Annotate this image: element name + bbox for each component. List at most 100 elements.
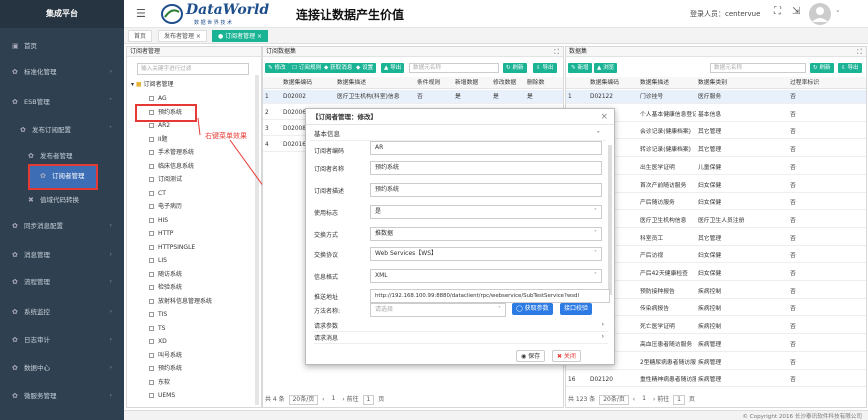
- checkbox-icon[interactable]: [149, 285, 154, 290]
- next-icon[interactable]: ›: [342, 396, 344, 403]
- checkbox-icon[interactable]: [149, 217, 154, 223]
- table-row[interactable]: 1 D02122 门诊挂号 医疗服务 否: [566, 90, 866, 104]
- sidebar-item-subscriber-mgmt[interactable]: ✿ 订阅者管理: [28, 164, 98, 190]
- tree-item[interactable]: 电子病历: [149, 201, 182, 213]
- close-button[interactable]: ✖ 关闭: [552, 350, 581, 362]
- sidebar-item-code-conversion[interactable]: ✖ 值域代码转换: [0, 190, 124, 210]
- next-icon[interactable]: ›: [653, 396, 655, 403]
- tree-item[interactable]: XD: [149, 336, 167, 348]
- expand-icon[interactable]: ⛶: [554, 48, 559, 57]
- tree-item[interactable]: 预约系统: [149, 363, 182, 375]
- checkbox-icon[interactable]: [149, 123, 154, 128]
- sub-refresh-button[interactable]: ↻ 刷新: [503, 63, 527, 73]
- checkbox-icon[interactable]: [149, 312, 154, 317]
- checkbox-icon[interactable]: [149, 231, 154, 236]
- ds-add-button[interactable]: ✎ 新增: [568, 63, 592, 73]
- sidebar-item-microservice[interactable]: ✿ 微服务管理 ›: [0, 386, 124, 406]
- menu-toggle-icon[interactable]: ☰: [136, 7, 146, 20]
- ds-page-input[interactable]: 1: [673, 394, 685, 405]
- checkbox-icon[interactable]: [149, 177, 154, 182]
- save-button[interactable]: ◉ 保存: [516, 350, 546, 362]
- tree-item[interactable]: HIS: [149, 215, 168, 227]
- sidebar-item-msg-mgmt[interactable]: ✿ 消息管理 ›: [0, 245, 124, 265]
- sub-export-button[interactable]: ⇩ 导出: [533, 63, 557, 73]
- tab-subscriber[interactable]: ● 订阅者管理 ×: [212, 30, 269, 42]
- use-flag-select[interactable]: 是 ˅: [370, 205, 602, 219]
- shrink-icon[interactable]: ⇲: [792, 6, 800, 17]
- get-params-button[interactable]: ◯ 获取参数: [512, 303, 553, 315]
- sidebar-item-home[interactable]: ▣ 首页: [0, 36, 124, 56]
- avatar-dropdown-icon[interactable]: ˅: [836, 10, 840, 18]
- info-format-select[interactable]: XML ˅: [370, 269, 602, 283]
- sub-get-message-button[interactable]: ◆ 获取消息: [321, 63, 356, 73]
- column-header[interactable]: 过程率标识: [788, 77, 858, 89]
- sub-search-input[interactable]: 数据元名称: [409, 63, 499, 73]
- checkbox-icon[interactable]: [149, 150, 154, 155]
- tree-item[interactable]: 放射科信息管理系统: [149, 296, 212, 308]
- ds-refresh-button[interactable]: ↻ 刷新: [810, 63, 834, 73]
- checkbox-icon[interactable]: [149, 244, 154, 250]
- tree-item[interactable]: TS: [149, 323, 165, 335]
- sidebar-item-standardization[interactable]: ✿ 标准化管理 ›: [0, 62, 124, 82]
- exchange-mode-select[interactable]: 推数据 ˅: [370, 227, 602, 241]
- ds-search-input[interactable]: 数据元名称: [710, 63, 806, 73]
- tree-item[interactable]: HTTP: [149, 228, 173, 240]
- column-header[interactable]: 删除数: [525, 77, 563, 89]
- push-address-field[interactable]: http://192.168.100.99:8880/dataclient/rp…: [370, 289, 610, 303]
- sidebar-item-sync-msg-config[interactable]: ✿ 同步消息配置 ›: [0, 216, 124, 236]
- sub-export-button[interactable]: ▲ 导出: [381, 63, 405, 73]
- exchange-protocol-select[interactable]: Web Services【WS】 ˅: [370, 247, 602, 261]
- sidebar-item-sys-monitor[interactable]: ✿ 系统监控 ›: [0, 302, 124, 322]
- checkbox-icon[interactable]: [149, 393, 154, 398]
- sidebar-item-esb[interactable]: ✿ ESB管理 ˅: [0, 92, 124, 112]
- tree-item[interactable]: 东软: [149, 377, 170, 389]
- tree-item[interactable]: 订阅测试: [149, 174, 182, 186]
- sub-edit-button[interactable]: ✎ 修改: [265, 63, 289, 73]
- column-header[interactable]: 数据集描述: [335, 77, 415, 89]
- checkbox-icon[interactable]: [149, 298, 154, 304]
- section-basic-info[interactable]: 基本信息 ˅: [310, 127, 606, 141]
- tree-item[interactable]: CT: [149, 188, 166, 200]
- checkbox-icon[interactable]: [149, 366, 154, 371]
- checkbox-icon[interactable]: [149, 339, 154, 344]
- checkbox-icon[interactable]: [149, 136, 154, 142]
- modal-close-icon[interactable]: ×: [600, 112, 608, 122]
- subscriber-name-field[interactable]: 预约系统: [370, 161, 602, 175]
- tree-item[interactable]: UEMS: [149, 390, 175, 402]
- sidebar-item-flow-mgmt[interactable]: ✿ 流程管理 ›: [0, 272, 124, 292]
- tree-root[interactable]: ▾ ■ 订阅者管理: [131, 79, 174, 91]
- checkbox-icon[interactable]: [149, 96, 154, 101]
- tree-scrollbar[interactable]: [255, 75, 259, 405]
- request-params-row[interactable]: 请求参数 ›: [314, 321, 608, 332]
- column-header[interactable]: 修改数据: [491, 77, 525, 89]
- column-header[interactable]: [263, 77, 281, 89]
- column-header[interactable]: 数据集编码: [588, 77, 638, 89]
- column-header[interactable]: 新增数据: [453, 77, 491, 89]
- expand-icon[interactable]: ⛶: [857, 48, 862, 57]
- method-name-select[interactable]: 请选择 ˅: [370, 303, 506, 317]
- subscriber-desc-field[interactable]: 预约系统: [370, 183, 602, 197]
- checkbox-icon[interactable]: [149, 204, 154, 209]
- sidebar-item-publisher-mgmt[interactable]: ✿ 发布者管理: [0, 146, 124, 166]
- sub-page-input[interactable]: 1: [362, 394, 375, 405]
- tab-publisher[interactable]: 发布者管理 ×: [158, 30, 207, 42]
- ds-export-button[interactable]: ⇩ 导出: [838, 63, 862, 73]
- tree-item[interactable]: 检验系统: [149, 282, 182, 294]
- sidebar-item-data-center[interactable]: ✿ 数据中心 ›: [0, 358, 124, 378]
- sub-subscribe-rule-button[interactable]: ☐ 订阅规则: [289, 63, 325, 73]
- avatar[interactable]: [808, 2, 832, 26]
- tree-item[interactable]: 临床信息系统: [149, 161, 194, 173]
- interface-check-button[interactable]: 接口校验: [560, 303, 593, 315]
- request-message-row[interactable]: 请求消息 ›: [314, 333, 608, 344]
- column-header[interactable]: 数据集类别: [696, 77, 788, 89]
- table-row[interactable]: 16 D02120 重性精神病患者随访服务疾病管理 否: [566, 373, 866, 388]
- ds-page-size-select[interactable]: 20条/页: [599, 394, 629, 405]
- tree-item[interactable]: II题: [149, 134, 168, 146]
- tree-item[interactable]: 叫号系统: [149, 350, 182, 362]
- tree-item[interactable]: TIS: [149, 309, 167, 321]
- modal-scrollbar[interactable]: [608, 145, 612, 295]
- prev-icon[interactable]: ‹: [322, 396, 324, 403]
- checkbox-icon[interactable]: [149, 271, 154, 277]
- tab-home[interactable]: 首页: [128, 30, 153, 42]
- sub-settings-button[interactable]: ◆ 设置: [353, 63, 377, 73]
